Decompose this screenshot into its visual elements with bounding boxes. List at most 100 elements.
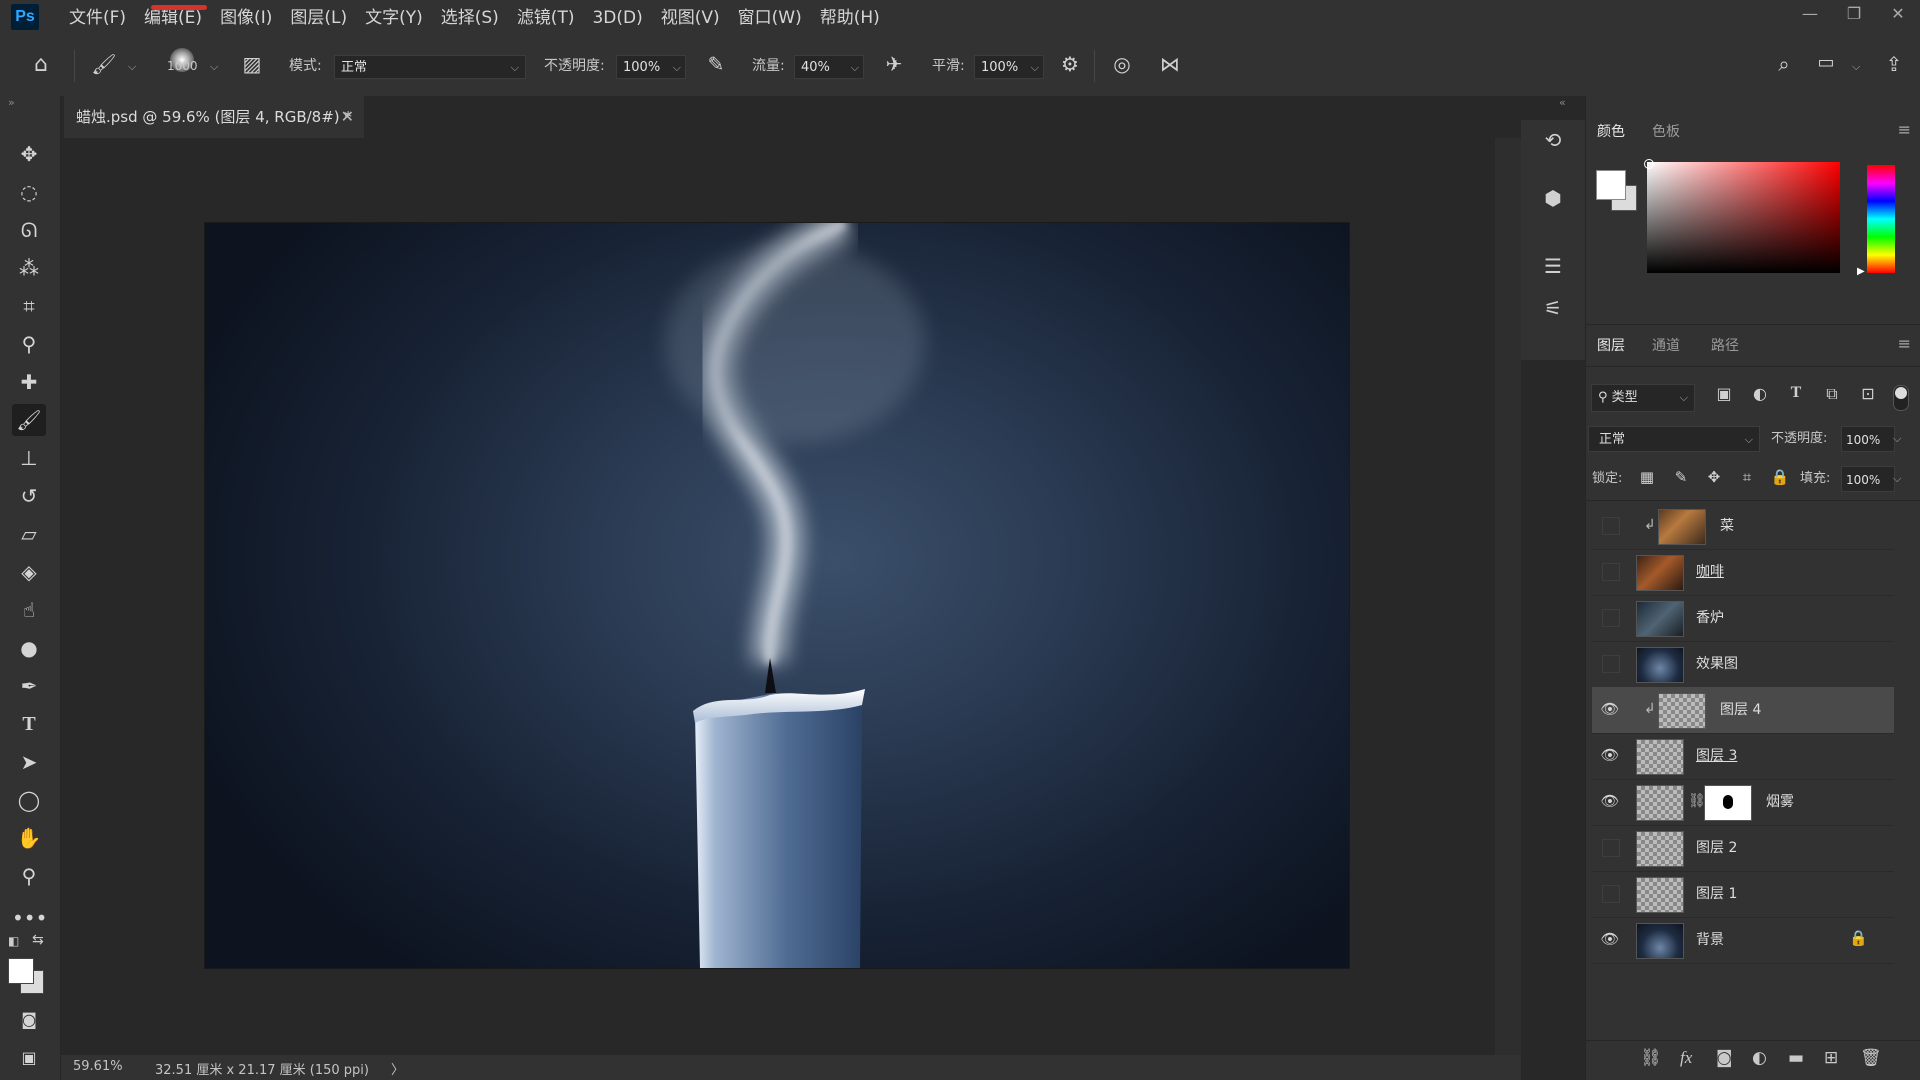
share-icon[interactable]: ⇪ <box>1880 52 1908 80</box>
quick-mask-icon[interactable]: ◙ <box>12 1004 46 1036</box>
visibility-toggle-off[interactable] <box>1602 609 1620 627</box>
menu-3d[interactable]: 3D(D) <box>583 0 651 36</box>
link-layers-icon[interactable]: ⛓ <box>1640 1048 1662 1068</box>
eye-icon[interactable]: 👁 <box>1600 745 1620 765</box>
visibility-toggle-off[interactable] <box>1602 563 1620 581</box>
layer-opacity-input[interactable]: 100% <box>1841 426 1895 452</box>
color-picker-cursor[interactable] <box>1644 159 1654 169</box>
tab-layers[interactable]: 图层 <box>1597 326 1625 366</box>
smudge-tool-icon[interactable]: ☝ <box>12 594 46 626</box>
close-icon[interactable]: ✕ <box>341 96 354 138</box>
lock-image-pixels-icon[interactable]: ✎ <box>1670 468 1692 490</box>
magic-wand-tool-icon[interactable]: ⁂ <box>12 252 46 284</box>
menu-filter[interactable]: 滤镜(T) <box>508 0 584 36</box>
trash-icon[interactable]: 🗑 <box>1860 1048 1882 1068</box>
smoothing-input[interactable]: 100% ⌵ <box>974 55 1044 79</box>
ellipse-tool-icon[interactable]: ◯ <box>12 784 46 816</box>
foreground-color-swatch[interactable] <box>8 958 34 984</box>
eyedropper-tool-icon[interactable]: ⚲ <box>12 328 46 360</box>
zoom-level[interactable]: 59.61% <box>73 1059 123 1074</box>
layer-row[interactable]: 👁 图层 3 <box>1592 733 1894 780</box>
eraser-tool-icon[interactable]: ▱ <box>12 518 46 550</box>
type-tool-icon[interactable]: T <box>12 708 46 740</box>
minimize-button[interactable]: — <box>1788 0 1832 30</box>
default-colors-icon[interactable]: ◧ <box>8 934 19 948</box>
menu-view[interactable]: 视图(V) <box>652 0 729 36</box>
layer-row[interactable]: 👁 背景 🔒 <box>1592 917 1894 964</box>
menu-image[interactable]: 图像(I) <box>211 0 281 36</box>
layer-row[interactable]: 图层 2 <box>1592 825 1894 872</box>
tab-channels[interactable]: 通道 <box>1652 326 1680 366</box>
eye-icon[interactable]: 👁 <box>1600 929 1620 949</box>
tab-swatches[interactable]: 色板 <box>1652 112 1680 152</box>
workspace-icon[interactable]: ▭ <box>1812 52 1840 80</box>
airbrush-icon[interactable]: ✈ <box>880 52 908 80</box>
visibility-toggle-off[interactable] <box>1602 839 1620 857</box>
tab-color[interactable]: 颜色 <box>1597 112 1625 152</box>
dodge-tool-icon[interactable]: ● <box>12 632 46 664</box>
layer-mask-thumbnail[interactable] <box>1704 785 1752 821</box>
lasso-tool-icon[interactable]: ᘏ <box>12 214 46 246</box>
document-tab[interactable]: 蜡烛.psd @ 59.6% (图层 4, RGB/8#) * ✕ <box>64 96 364 138</box>
panel-menu-icon[interactable]: ≡ <box>1898 120 1911 139</box>
crop-tool-icon[interactable]: ⌗ <box>12 290 46 322</box>
layer-row-selected[interactable]: 👁 ↲ 图层 4 <box>1592 687 1894 734</box>
menu-layer[interactable]: 图层(L) <box>281 0 356 36</box>
swap-colors-icon[interactable]: ⇆ <box>32 932 44 948</box>
hue-slider-handle[interactable]: ▶ <box>1857 266 1865 277</box>
fill-input[interactable]: 100% <box>1841 466 1895 492</box>
chevron-down-icon[interactable]: ⌵ <box>1852 60 1860 74</box>
mode-select[interactable]: 正常 ⌵ <box>334 55 526 79</box>
lock-all-icon[interactable]: 🔒 <box>1769 468 1791 490</box>
hue-slider[interactable] <box>1867 165 1895 273</box>
color-picker-field[interactable] <box>1647 162 1840 273</box>
photoshop-logo[interactable]: Ps <box>11 4 39 30</box>
healing-brush-tool-icon[interactable]: ✚ <box>12 366 46 398</box>
chevron-down-icon[interactable]: ⌵ <box>128 60 136 74</box>
visibility-toggle-off[interactable] <box>1602 517 1620 535</box>
marquee-tool-icon[interactable]: ◌ <box>12 176 46 208</box>
history-brush-tool-icon[interactable]: ↺ <box>12 480 46 512</box>
pressure-size-icon[interactable]: ◎ <box>1108 52 1136 80</box>
fx-icon[interactable]: fx <box>1680 1048 1692 1068</box>
new-layer-icon[interactable]: ⊞ <box>1824 1048 1838 1068</box>
adjustment-layer-icon[interactable]: ◐ <box>1752 1048 1767 1068</box>
chevron-down-icon[interactable]: ⌵ <box>1893 472 1901 486</box>
filter-pixel-icon[interactable]: ▣ <box>1712 384 1736 408</box>
menu-edit[interactable]: 编辑(E) <box>135 0 211 36</box>
blend-mode-select[interactable]: 正常 ⌵ <box>1588 426 1760 452</box>
chevron-down-icon[interactable]: ⌵ <box>1893 432 1901 446</box>
layer-row[interactable]: ↲ 菜 <box>1592 503 1894 550</box>
search-icon[interactable]: ⌕ <box>1770 52 1798 80</box>
layer-filter-select[interactable]: ⚲ 类型 ⌵ <box>1591 384 1695 412</box>
filter-shape-icon[interactable]: ⧉ <box>1820 384 1844 408</box>
menu-file[interactable]: 文件(F) <box>60 0 135 36</box>
lock-transparent-icon[interactable]: ▦ <box>1636 468 1658 490</box>
vertical-scrollbar[interactable] <box>1495 138 1521 1055</box>
3d-panel-icon[interactable]: ⬢ <box>1539 186 1567 214</box>
menu-help[interactable]: 帮助(H) <box>811 0 889 36</box>
move-tool-icon[interactable]: ✥ <box>12 138 46 170</box>
lock-artboard-icon[interactable]: ⌗ <box>1736 468 1758 490</box>
collapse-dock-icon[interactable]: « <box>1559 96 1566 109</box>
close-window-button[interactable]: ✕ <box>1876 0 1920 30</box>
add-mask-icon[interactable]: ◙ <box>1716 1048 1733 1068</box>
opacity-input[interactable]: 100% ⌵ <box>616 55 686 79</box>
symmetry-butterfly-icon[interactable]: ⋈ <box>1156 52 1184 80</box>
filter-type-icon[interactable]: T <box>1784 384 1808 408</box>
visibility-toggle-off[interactable] <box>1602 655 1620 673</box>
panel-menu-icon[interactable]: ≡ <box>1898 334 1911 353</box>
tab-paths[interactable]: 路径 <box>1711 326 1739 366</box>
pressure-opacity-icon[interactable]: ✎ <box>702 52 730 80</box>
menu-select[interactable]: 选择(S) <box>432 0 508 36</box>
menu-type[interactable]: 文字(Y) <box>356 0 432 36</box>
lock-position-icon[interactable]: ✥ <box>1703 468 1725 490</box>
flow-input[interactable]: 40% ⌵ <box>794 55 864 79</box>
brush-settings-panel-icon[interactable]: ☰ <box>1539 254 1567 282</box>
clone-stamp-tool-icon[interactable]: ⊥ <box>12 442 46 474</box>
screen-mode-icon[interactable]: ▣ <box>12 1042 46 1074</box>
visibility-toggle-off[interactable] <box>1602 885 1620 903</box>
home-icon[interactable]: ⌂ <box>26 52 56 80</box>
more-tools-icon[interactable]: ••• <box>12 902 47 934</box>
path-selection-tool-icon[interactable]: ➤ <box>12 746 46 778</box>
